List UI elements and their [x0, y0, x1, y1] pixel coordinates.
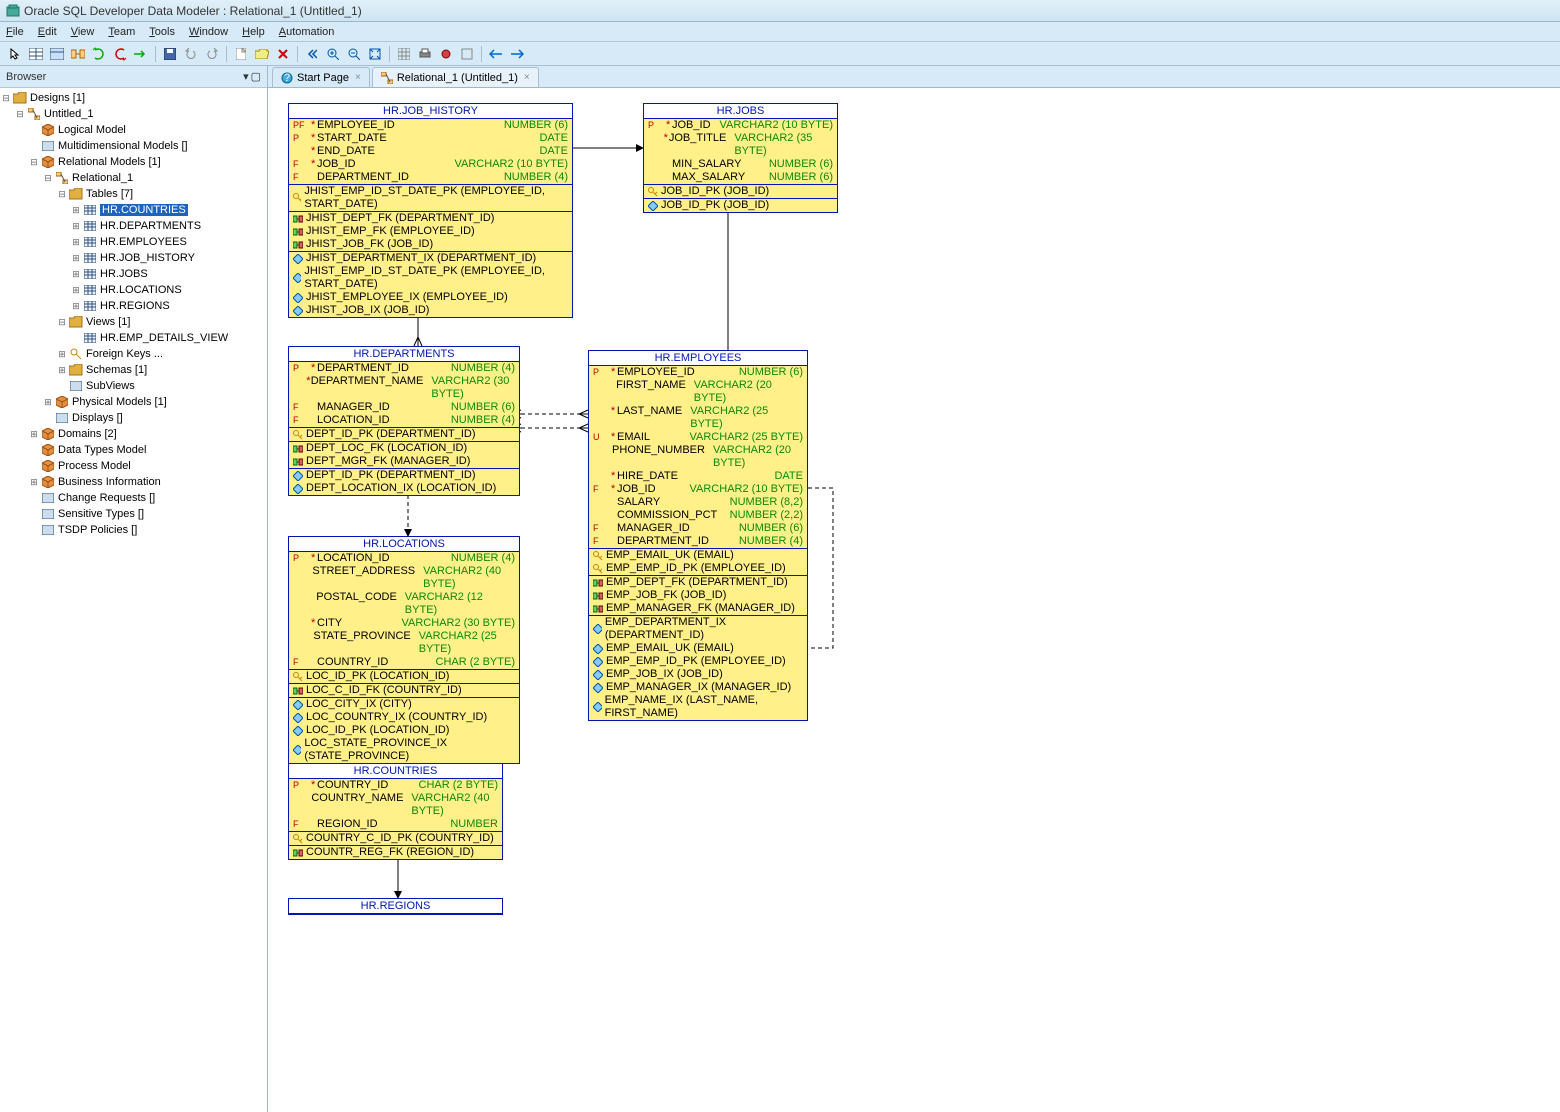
browser-tree[interactable]: ⊟Designs [1]⊟Untitled_1Logical ModelMult…: [0, 88, 267, 1112]
menu-edit[interactable]: Edit: [38, 26, 57, 38]
back-arrow[interactable]: [487, 45, 505, 63]
app-icon: [6, 4, 20, 18]
tab-relational[interactable]: Relational_1 (Untitled_1) ×: [372, 67, 539, 87]
tree-domains[interactable]: ⊞Domains [2]: [0, 426, 267, 442]
tree-relmodels[interactable]: ⊟Relational Models [1]: [0, 154, 267, 170]
tree-multi[interactable]: Multidimensional Models []: [0, 138, 267, 154]
pointer-tool[interactable]: [6, 45, 24, 63]
frame-tool[interactable]: [458, 45, 476, 63]
menu-automation[interactable]: Automation: [279, 26, 335, 38]
tab-start-page[interactable]: ? Start Page ×: [272, 67, 370, 87]
window-title: Oracle SQL Developer Data Modeler : Rela…: [24, 4, 362, 18]
redo-tool[interactable]: [203, 45, 221, 63]
menu-team[interactable]: Team: [108, 26, 135, 38]
tree-table-countries[interactable]: ⊞HR.COUNTRIES: [0, 202, 267, 218]
new-tool[interactable]: [232, 45, 250, 63]
tree-displays[interactable]: Displays []: [0, 410, 267, 426]
tree-views[interactable]: ⊟Views [1]: [0, 314, 267, 330]
tree-view-empdetails[interactable]: HR.EMP_DETAILS_VIEW: [0, 330, 267, 346]
undo-tool[interactable]: [182, 45, 200, 63]
close-icon[interactable]: ×: [355, 72, 361, 83]
grid-tool[interactable]: [395, 45, 413, 63]
browser-panel: Browser ▾ ▢ ⊟Designs [1]⊟Untitled_1Logic…: [0, 66, 268, 1112]
tree-fks[interactable]: ⊞Foreign Keys ...: [0, 346, 267, 362]
fit-tool[interactable]: [366, 45, 384, 63]
entity-job-history[interactable]: HR.JOB_HISTORYPF*EMPLOYEE_IDNUMBER (6)P*…: [288, 103, 573, 318]
tree-datatypes[interactable]: Data Types Model: [0, 442, 267, 458]
tree-untitled[interactable]: ⊟Untitled_1: [0, 106, 267, 122]
browser-header: Browser ▾ ▢: [0, 66, 267, 88]
sync-tool[interactable]: [90, 45, 108, 63]
tree-rel1[interactable]: ⊟Relational_1: [0, 170, 267, 186]
tree-tables[interactable]: ⊟Tables [7]: [0, 186, 267, 202]
menu-window[interactable]: Window: [189, 26, 228, 38]
menu-file[interactable]: File: [6, 26, 24, 38]
entity-countries[interactable]: HR.COUNTRIESP*COUNTRY_IDCHAR (2 BYTE)COU…: [288, 763, 503, 860]
diagram-icon: [381, 72, 393, 84]
browser-maximize-icon[interactable]: ▢: [251, 70, 261, 83]
tree-physical[interactable]: ⊞Physical Models [1]: [0, 394, 267, 410]
tree-schemas[interactable]: ⊞Schemas [1]: [0, 362, 267, 378]
open-tool[interactable]: [253, 45, 271, 63]
menu-help[interactable]: Help: [242, 26, 265, 38]
tree-change[interactable]: Change Requests []: [0, 490, 267, 506]
fwd-arrow[interactable]: [508, 45, 526, 63]
tree-table-departments[interactable]: ⊞HR.DEPARTMENTS: [0, 218, 267, 234]
svg-text:?: ?: [284, 72, 290, 84]
tree-process[interactable]: Process Model: [0, 458, 267, 474]
engineer-tool[interactable]: [132, 45, 150, 63]
entity-employees[interactable]: HR.EMPLOYEESP*EMPLOYEE_IDNUMBER (6)FIRST…: [588, 350, 808, 721]
zoomout-tool[interactable]: [345, 45, 363, 63]
zoomin-tool[interactable]: [324, 45, 342, 63]
tree-sensitive[interactable]: Sensitive Types []: [0, 506, 267, 522]
editor-tabs: ? Start Page × Relational_1 (Untitled_1)…: [268, 66, 1560, 88]
entity-locations[interactable]: HR.LOCATIONSP*LOCATION_IDNUMBER (4)STREE…: [288, 536, 520, 764]
help-icon: ?: [281, 72, 293, 84]
tree-business[interactable]: ⊞Business Information: [0, 474, 267, 490]
tree-table-locations[interactable]: ⊞HR.LOCATIONS: [0, 282, 267, 298]
browser-minimize-icon[interactable]: ▾: [243, 70, 249, 83]
tree-table-jobhistory[interactable]: ⊞HR.JOB_HISTORY: [0, 250, 267, 266]
fk-tool[interactable]: [69, 45, 87, 63]
menubar: File Edit View Team Tools Window Help Automatio…: [0, 22, 1560, 42]
toolbar: [0, 42, 1560, 66]
tree-logical[interactable]: Logical Model: [0, 122, 267, 138]
prev-tool[interactable]: [303, 45, 321, 63]
entity-regions[interactable]: HR.REGIONS: [288, 898, 503, 915]
diagram-canvas[interactable]: HR.JOB_HISTORYPF*EMPLOYEE_IDNUMBER (6)P*…: [268, 88, 1560, 1112]
tree-table-jobs[interactable]: ⊞HR.JOBS: [0, 266, 267, 282]
tree-table-regions[interactable]: ⊞HR.REGIONS: [0, 298, 267, 314]
save-tool[interactable]: [161, 45, 179, 63]
close-icon[interactable]: ×: [524, 72, 530, 83]
tree-subviews[interactable]: SubViews: [0, 378, 267, 394]
tree-designs[interactable]: ⊟Designs [1]: [0, 90, 267, 106]
menu-tools[interactable]: Tools: [149, 26, 175, 38]
window-titlebar: Oracle SQL Developer Data Modeler : Rela…: [0, 0, 1560, 22]
print-tool[interactable]: [416, 45, 434, 63]
sync2-tool[interactable]: [111, 45, 129, 63]
delete-tool[interactable]: [274, 45, 292, 63]
menu-view[interactable]: View: [71, 26, 95, 38]
view-tool[interactable]: [48, 45, 66, 63]
tree-tsdp[interactable]: TSDP Policies []: [0, 522, 267, 538]
tree-table-employees[interactable]: ⊞HR.EMPLOYEES: [0, 234, 267, 250]
entity-jobs[interactable]: HR.JOBSP*JOB_IDVARCHAR2 (10 BYTE)*JOB_TI…: [643, 103, 838, 213]
bug-tool[interactable]: [437, 45, 455, 63]
table-tool[interactable]: [27, 45, 45, 63]
entity-departments[interactable]: HR.DEPARTMENTSP*DEPARTMENT_IDNUMBER (4)*…: [288, 346, 520, 496]
